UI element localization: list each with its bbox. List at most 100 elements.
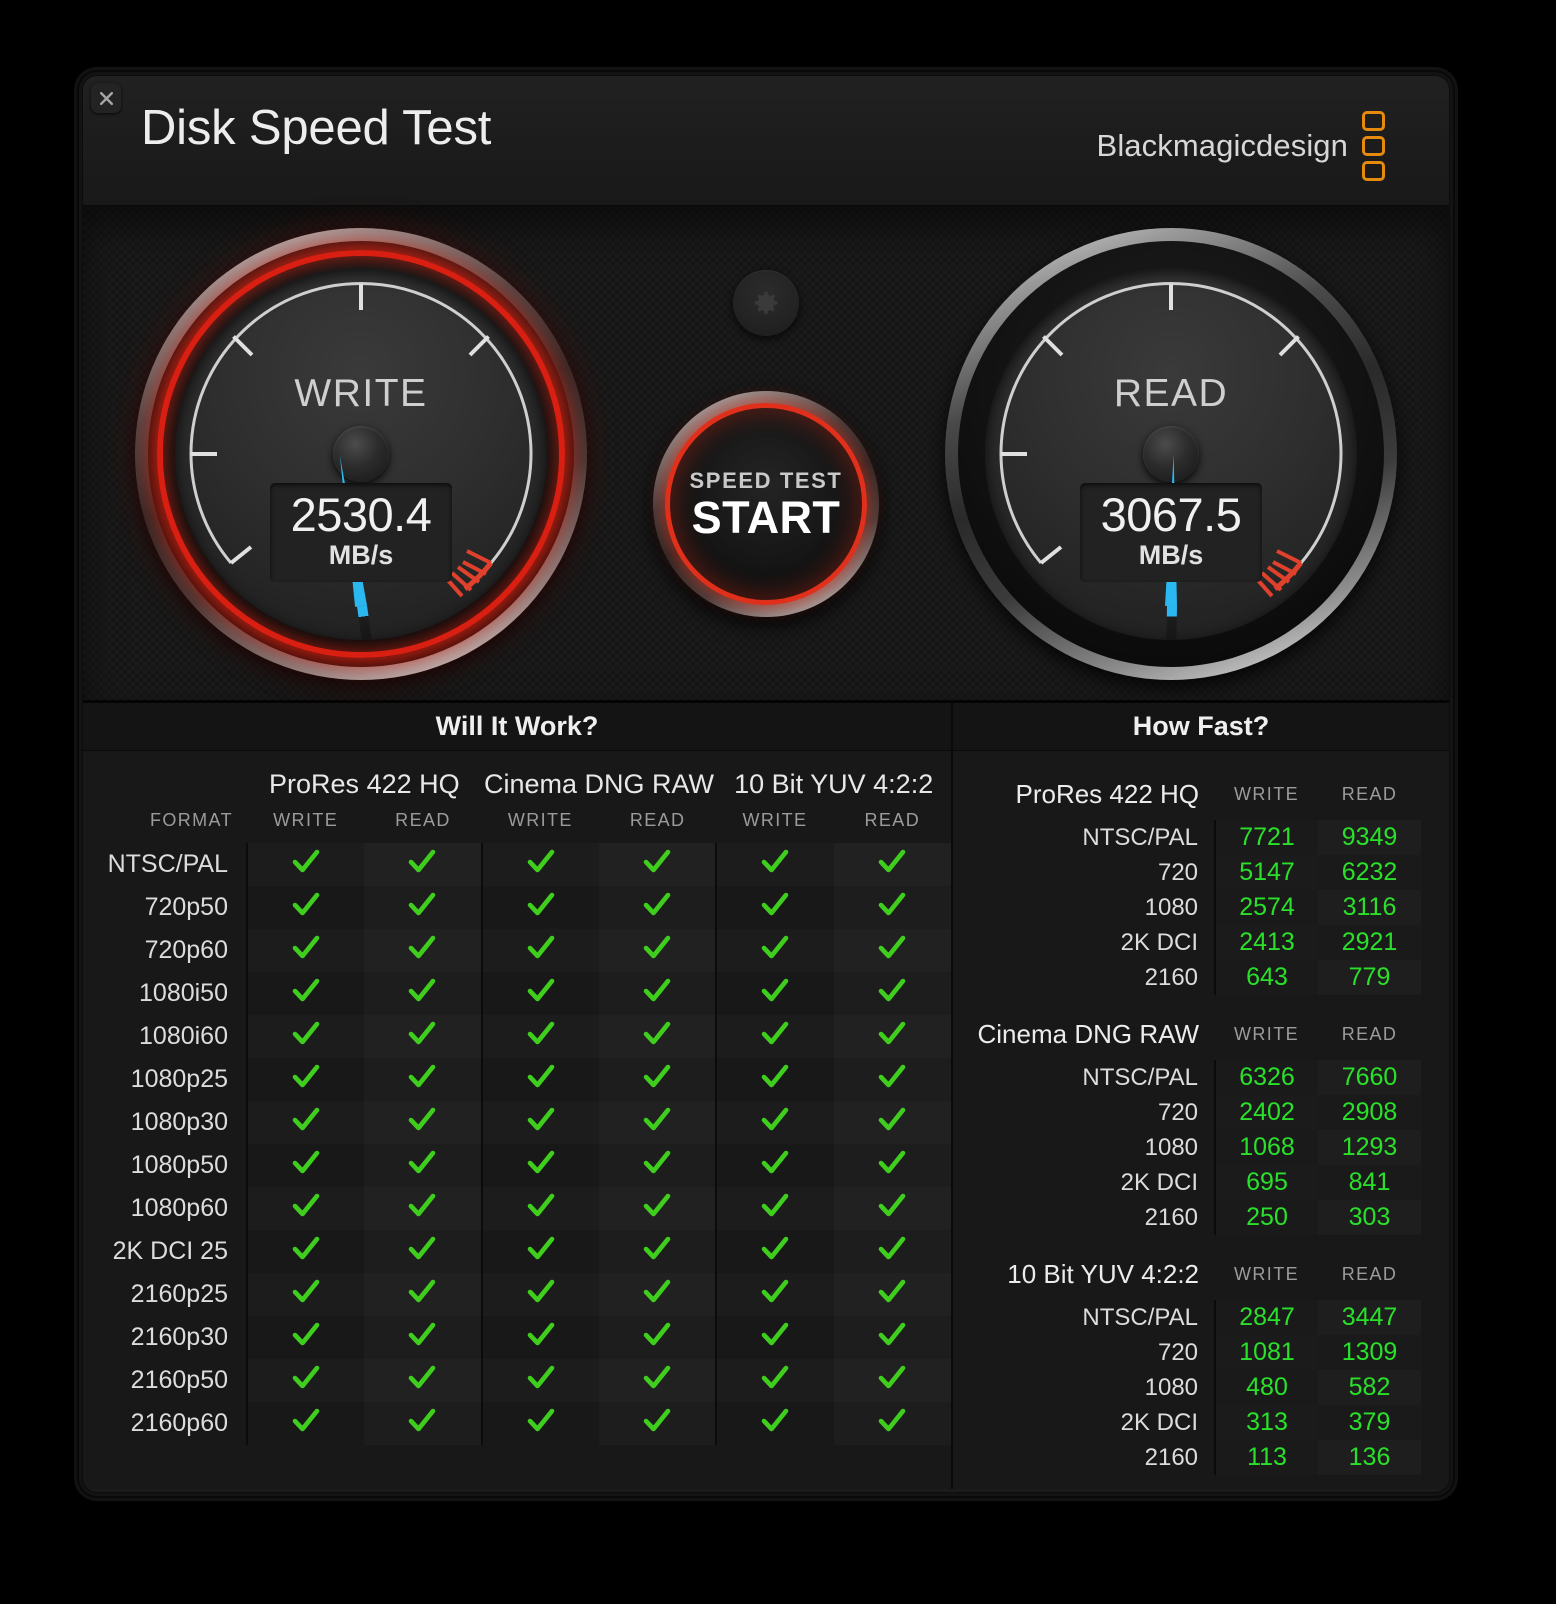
subheader-prores-write: WRITE (273, 810, 339, 830)
support-cell (364, 843, 482, 886)
how-fast-write-value: 250 (1214, 1200, 1318, 1235)
format-label: 1080p50 (83, 1144, 247, 1187)
support-cell (715, 843, 834, 886)
how-fast-group: 10 Bit YUV 4:2:2 WRITE READ NTSC/PAL 2847 344… (971, 1245, 1421, 1475)
group-header-cinemadng: Cinema DNG RAW (483, 769, 714, 799)
how-fast-write-header: WRITE (1234, 1024, 1299, 1044)
support-cell (245, 886, 365, 929)
brand-square-2 (1362, 136, 1385, 156)
write-value: 2530.4 (290, 487, 432, 541)
support-cell (480, 972, 599, 1015)
check-icon (408, 978, 436, 1004)
check-icon (878, 1408, 906, 1434)
how-fast-body: ProRes 422 HQ WRITE READ NTSC/PAL 7721 9349 72… (953, 751, 1449, 1475)
how-fast-read-value: 3116 (1318, 890, 1421, 925)
support-cell (715, 886, 834, 929)
how-fast-read-header: READ (1341, 784, 1398, 804)
table-row: 1080p50 (83, 1144, 951, 1187)
support-cell (245, 1316, 365, 1359)
how-fast-table: ProRes 422 HQ WRITE READ NTSC/PAL 7721 9349 72… (971, 765, 1421, 995)
support-cell (245, 843, 365, 886)
support-cell (480, 929, 599, 972)
how-fast-row-label: 2K DCI (1120, 1408, 1199, 1436)
support-cell (833, 1402, 951, 1445)
group-header-yuv: 10 Bit YUV 4:2:2 (734, 769, 934, 799)
how-fast-write-value: 2574 (1214, 890, 1318, 925)
check-icon (761, 1150, 789, 1176)
support-cell (715, 1058, 834, 1101)
read-gauge: READ 3067.5 MB/s (945, 228, 1397, 680)
how-fast-title: How Fast? (1132, 711, 1270, 741)
check-icon (643, 892, 671, 918)
how-fast-write-value: 695 (1214, 1165, 1318, 1200)
start-speed-test-button[interactable]: SPEED TEST START (653, 391, 879, 617)
how-fast-read-value: 3447 (1318, 1300, 1421, 1335)
how-fast-write-value: 113 (1214, 1440, 1318, 1475)
check-icon (878, 1064, 906, 1090)
support-cell (245, 1402, 365, 1445)
check-icon (292, 892, 320, 918)
write-readout: 2530.4 MB/s (270, 482, 452, 582)
write-gauge-label: WRITE (294, 372, 428, 415)
check-icon (527, 1107, 555, 1133)
table-row: 1080p30 (83, 1101, 951, 1144)
support-cell (480, 1144, 599, 1187)
how-fast-read-header: READ (1341, 1024, 1398, 1044)
support-cell (364, 1144, 482, 1187)
check-icon (527, 892, 555, 918)
support-cell (598, 1187, 717, 1230)
support-cell (833, 1230, 951, 1273)
support-cell (480, 1015, 599, 1058)
support-cell (598, 929, 717, 972)
table-row: 720 2402 2908 (971, 1095, 1421, 1130)
format-label: NTSC/PAL (83, 843, 247, 886)
support-cell (364, 1273, 482, 1316)
check-icon (643, 1236, 671, 1262)
format-label: 2160p30 (83, 1316, 247, 1359)
how-fast-read-value: 841 (1318, 1165, 1421, 1200)
check-icon (878, 1365, 906, 1391)
check-icon (643, 1064, 671, 1090)
check-icon (878, 1150, 906, 1176)
check-icon (408, 1408, 436, 1434)
check-icon (761, 1279, 789, 1305)
check-icon (292, 1193, 320, 1219)
table-row: 1080i60 (83, 1015, 951, 1058)
how-fast-group-header-row: ProRes 422 HQ WRITE READ (971, 765, 1421, 820)
support-cell (833, 972, 951, 1015)
table-row: NTSC/PAL 7721 9349 (971, 820, 1421, 855)
support-cell (715, 1230, 834, 1273)
read-unit: MB/s (1138, 540, 1204, 571)
format-label: 720p50 (83, 886, 247, 929)
will-it-work-tbody: NTSC/PAL 720p50 720p60 1080i50 1080i60 1080p2… (83, 843, 951, 1445)
table-row: 2160p50 (83, 1359, 951, 1402)
check-icon (643, 1193, 671, 1219)
check-icon (878, 892, 906, 918)
check-icon (761, 1236, 789, 1262)
how-fast-table: 10 Bit YUV 4:2:2 WRITE READ NTSC/PAL 2847 344… (971, 1245, 1421, 1475)
check-icon (761, 892, 789, 918)
support-cell (715, 972, 834, 1015)
support-cell (245, 1187, 365, 1230)
check-icon (761, 935, 789, 961)
how-fast-read-value: 6232 (1318, 855, 1421, 890)
how-fast-write-value: 480 (1214, 1370, 1318, 1405)
check-icon (643, 1408, 671, 1434)
subheader-yuv-write: WRITE (742, 810, 808, 830)
will-it-work-panel: Will It Work? ProRes 422 HQ Cinema DNG R… (83, 703, 951, 1489)
settings-button[interactable] (733, 270, 799, 336)
will-it-work-table: ProRes 422 HQ Cinema DNG RAW 10 Bit YUV … (83, 751, 951, 1445)
read-needle-tail (1165, 605, 1176, 640)
support-cell (364, 1402, 482, 1445)
check-icon (761, 1193, 789, 1219)
will-it-work-thead: ProRes 422 HQ Cinema DNG RAW 10 Bit YUV … (83, 751, 951, 843)
how-fast-write-value: 313 (1214, 1405, 1318, 1440)
support-cell (715, 1144, 834, 1187)
title-bar: Disk Speed Test Blackmagicdesign (83, 76, 1449, 206)
how-fast-read-value: 303 (1318, 1200, 1421, 1235)
support-cell (715, 1187, 834, 1230)
results-area: Will It Work? ProRes 422 HQ Cinema DNG R… (83, 703, 1449, 1489)
close-button[interactable] (91, 83, 121, 113)
check-icon (292, 1322, 320, 1348)
check-icon (292, 1150, 320, 1176)
